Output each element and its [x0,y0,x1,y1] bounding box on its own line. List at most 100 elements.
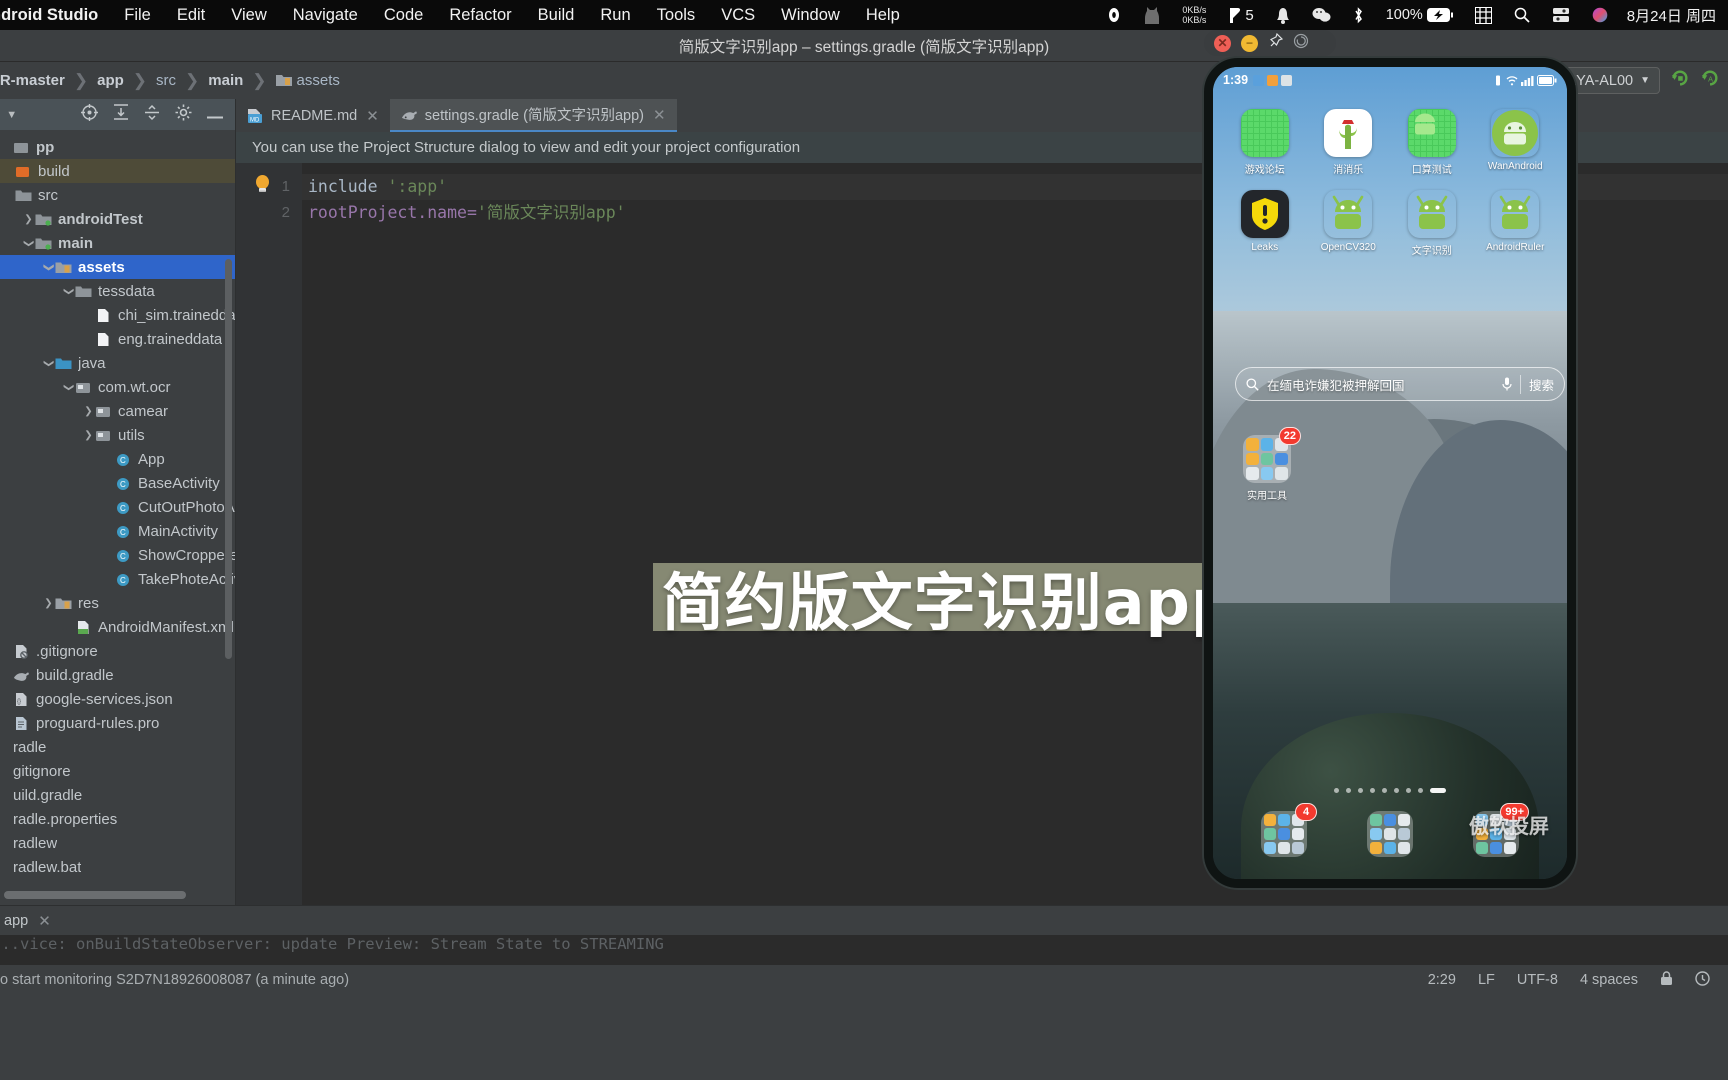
tree-item[interactable]: ❯ tessdata [0,279,235,303]
menu-build[interactable]: Build [525,6,588,25]
lock-icon[interactable] [1660,970,1673,990]
tree-item[interactable]: ❯ camear [0,399,235,423]
tree-item[interactable]: ❯ main [0,231,235,255]
tree-item[interactable]: chi_sim.traineddata [0,303,235,327]
menu-refactor[interactable]: Refactor [436,6,524,25]
tree-item[interactable]: ❯ java [0,351,235,375]
gear-icon[interactable] [175,104,192,125]
tree-item[interactable]: radlew.bat [0,855,235,879]
breadcrumb-item-app[interactable]: app [92,72,129,89]
menu-view[interactable]: View [218,6,279,25]
breadcrumb-item-main[interactable]: main [203,72,248,89]
run-button[interactable] [1670,68,1690,93]
tree-item[interactable]: uild.gradle [0,783,235,807]
project-tree[interactable]: pp build src ❯ androidTest ❯ main ❯ assets ❯ tessd… [0,130,235,887]
tree-item[interactable]: ❯ com.wt.ocr [0,375,235,399]
tree-item[interactable]: C CutOutPhotoActivity [0,495,235,519]
line-separator[interactable]: LF [1478,972,1495,988]
file-encoding[interactable]: UTF-8 [1517,972,1558,988]
cat-icon[interactable] [1133,0,1171,30]
tree-item[interactable]: eng.traineddata [0,327,235,351]
app-icon-cell[interactable]: 口算测试 [1390,109,1474,176]
menu-vcs[interactable]: VCS [708,6,768,25]
app-icon-cell[interactable]: 文字识别 [1390,190,1474,257]
tree-item[interactable]: ❯ androidTest [0,207,235,231]
close-icon[interactable]: ✕ [366,107,379,125]
phone-folder-utilities[interactable]: 22 实用工具 [1239,427,1301,502]
caret-position[interactable]: 2:29 [1428,972,1456,988]
tab-settings-gradle[interactable]: settings.gradle (简版文字识别app) ✕ [389,99,677,132]
tree-item[interactable]: build [0,159,235,183]
capsule-icon[interactable] [1095,0,1133,30]
phone-app-grid[interactable]: 游戏论坛 消消乐 口算测试 WanAndroid Leaks OpenCV320 文字识别 A… [1213,109,1567,257]
menu-navigate[interactable]: Navigate [280,6,371,25]
control-center-icon[interactable] [1541,0,1581,30]
rotate-icon[interactable] [1293,33,1309,54]
tree-item[interactable]: {} google-services.json [0,687,235,711]
hide-panel-icon[interactable] [207,107,223,123]
chevron-down-icon[interactable]: ❯ [23,237,34,250]
tree-item[interactable]: AndroidManifest.xml [0,615,235,639]
indent-setting[interactable]: 4 spaces [1580,972,1638,988]
breadcrumb-item-project[interactable]: CR-master [0,72,70,89]
chevron-down-icon[interactable]: ❯ [43,261,54,274]
menu-tools[interactable]: Tools [644,6,709,25]
wechat-icon[interactable] [1301,0,1342,30]
tree-item[interactable]: radle [0,735,235,759]
menu-window[interactable]: Window [768,6,853,25]
collapse-all-icon[interactable] [144,104,160,125]
menu-help[interactable]: Help [853,6,913,25]
app-icon-cell[interactable]: AndroidRuler [1474,190,1558,257]
clock-date[interactable]: 8月24日 周四 [1619,0,1724,30]
pin-icon[interactable] [1268,32,1284,54]
scroll-from-source-icon[interactable] [81,104,98,125]
input-method-icon[interactable] [1464,0,1503,30]
battery-indicator[interactable]: 100% [1375,0,1464,30]
event-log-icon[interactable] [1695,970,1710,990]
tree-item[interactable]: radlew [0,831,235,855]
chevron-right-icon[interactable]: ❯ [82,406,95,417]
chevron-right-icon[interactable]: ❯ [42,598,55,609]
dock-folder[interactable] [1367,811,1413,857]
phone-search-bar[interactable]: 在缅电诈嫌犯被押解回国 搜索 [1235,367,1565,401]
tree-item[interactable]: C TakePhoteActivity [0,567,235,591]
menu-run[interactable]: Run [587,6,643,25]
tree-item[interactable]: src [0,183,235,207]
app-icon-cell[interactable]: 游戏论坛 [1223,109,1307,176]
home-page-indicator[interactable] [1213,788,1567,793]
chevron-right-icon[interactable]: ❯ [22,214,35,225]
intention-bulb-icon[interactable] [254,174,271,194]
tree-item[interactable]: C App [0,447,235,471]
badge-count-icon[interactable]: 5 [1217,0,1264,30]
chevron-down-icon[interactable]: ❯ [43,357,54,370]
expand-all-icon[interactable] [113,104,129,125]
menu-edit[interactable]: Edit [164,6,218,25]
menu-app-name[interactable]: ndroid Studio [0,6,111,25]
menu-code[interactable]: Code [371,6,436,25]
tree-item[interactable]: gitignore [0,759,235,783]
app-icon-cell[interactable]: Leaks [1223,190,1307,257]
chevron-down-icon[interactable]: ▼ [6,109,17,121]
bell-icon[interactable] [1265,0,1301,30]
close-button[interactable]: ✕ [1214,34,1231,52]
breadcrumb-item-assets[interactable]: assets [271,72,345,89]
tree-item[interactable]: ❯ utils [0,423,235,447]
app-icon-cell[interactable]: WanAndroid [1474,109,1558,176]
chevron-down-icon[interactable]: ❯ [63,381,74,394]
tab-readme[interactable]: MD README.md ✕ [236,99,390,132]
network-speed-indicator[interactable]: 0KB/s 0KB/s [1171,0,1217,30]
siri-icon[interactable] [1581,0,1619,30]
app-icon-cell[interactable]: OpenCV320 [1307,190,1391,257]
tree-item[interactable]: pp [0,135,235,159]
bluetooth-icon[interactable] [1342,0,1375,30]
project-tree-vertical-scrollbar[interactable] [225,259,232,659]
tree-item[interactable]: ❯ res [0,591,235,615]
close-icon[interactable]: ✕ [38,912,51,930]
app-icon-cell[interactable]: 消消乐 [1307,109,1391,176]
minimize-button[interactable]: − [1241,34,1258,52]
dock-folder[interactable]: 4 [1261,803,1317,857]
chevron-down-icon[interactable]: ❯ [63,285,74,298]
tree-item[interactable]: C MainActivity [0,519,235,543]
chevron-right-icon[interactable]: ❯ [82,430,95,441]
search-icon[interactable] [1503,0,1541,30]
